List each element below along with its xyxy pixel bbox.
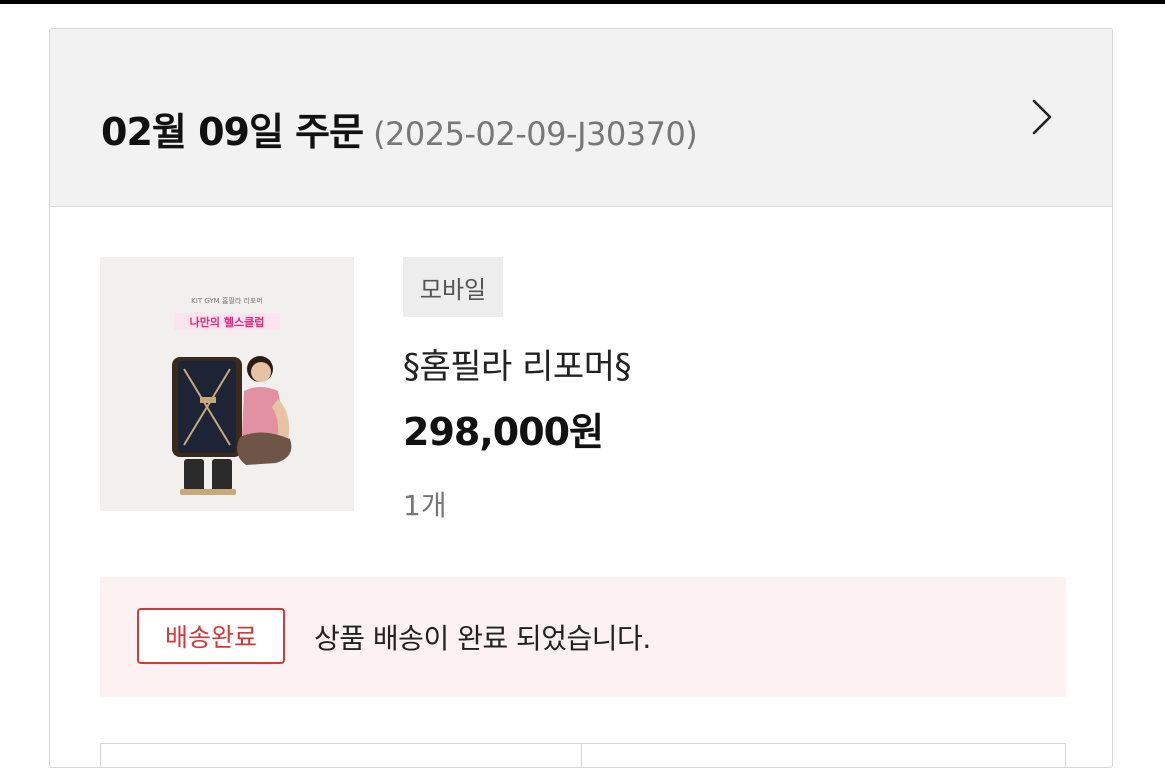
delivery-status-box: 배송완료 상품 배송이 완료 되었습니다. (100, 577, 1066, 697)
chevron-right-icon[interactable] (1020, 95, 1064, 139)
product-image[interactable]: KIT GYM 홈필라 리포머 나만의 헬스클럽 (100, 257, 354, 511)
order-title: 02월 09일 주문 (2025-02-09-J30370) (101, 101, 698, 156)
order-header[interactable]: 02월 09일 주문 (2025-02-09-J30370) (50, 29, 1112, 207)
delivery-status-badge: 배송완료 (137, 608, 285, 664)
order-card: 02월 09일 주문 (2025-02-09-J30370) KIT GYM 홈필… (49, 28, 1113, 768)
product-name[interactable]: §홈필라 리포머§ (403, 339, 632, 388)
delivery-status-message: 상품 배송이 완료 되었습니다. (314, 622, 651, 655)
order-number: (2025-02-09-J30370) (373, 115, 698, 153)
product-quantity: 1개 (403, 489, 447, 522)
product-image-caption-small: KIT GYM 홈필라 리포머 (191, 296, 263, 305)
order-actions-table (100, 743, 1066, 767)
top-edge-bar (0, 0, 1165, 4)
order-date-title: 02월 09일 주문 (101, 110, 364, 154)
product-image-caption-main: 나만의 헬스클럽 (190, 315, 265, 329)
table-divider (581, 744, 582, 767)
product-price: 298,000원 (403, 410, 604, 454)
channel-badge: 모바일 (403, 257, 503, 317)
